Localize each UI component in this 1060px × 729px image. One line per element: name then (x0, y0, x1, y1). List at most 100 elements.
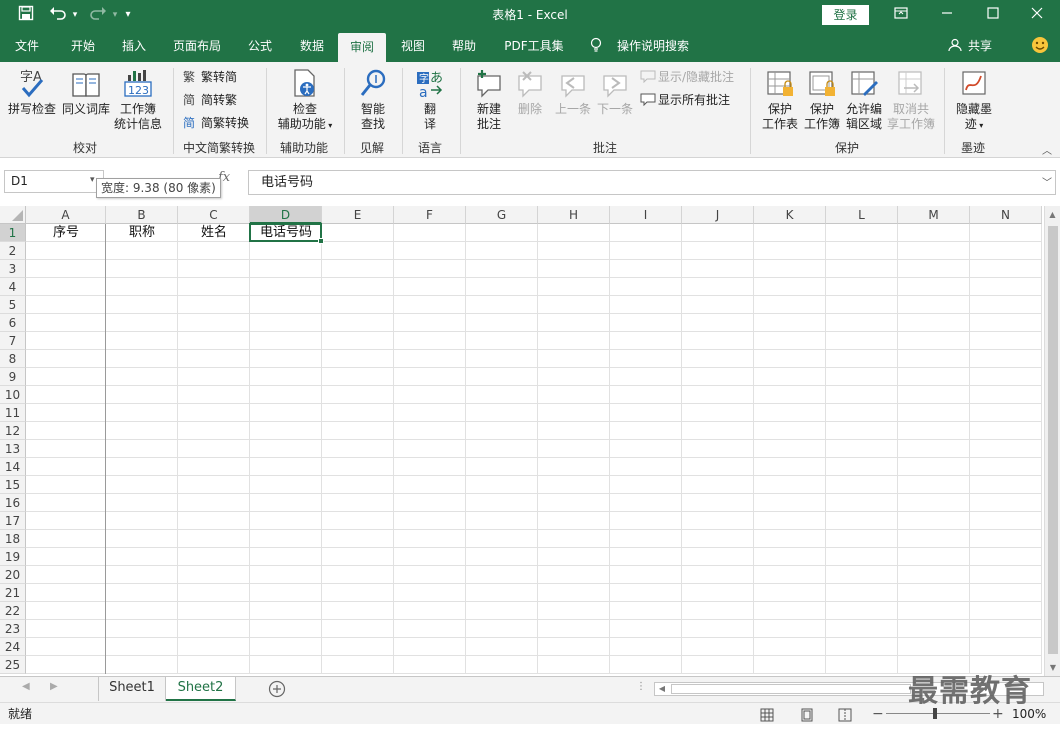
row-header-11[interactable]: 11 (0, 404, 26, 422)
redo-icon[interactable] (86, 5, 110, 25)
row-header-7[interactable]: 7 (0, 332, 26, 350)
row-header-21[interactable]: 21 (0, 584, 26, 602)
column-header-n[interactable]: N (970, 206, 1042, 224)
cell-b1[interactable]: 职称 (106, 224, 178, 242)
row-header-17[interactable]: 17 (0, 512, 26, 530)
formula-input[interactable]: 电话号码 (248, 170, 1056, 195)
name-box[interactable]: D1 (4, 170, 104, 193)
sheet-tab-sheet1[interactable]: Sheet1 (98, 677, 166, 701)
expand-formula-bar-icon[interactable]: ﹀ (1042, 174, 1052, 189)
redo-dropdown-icon[interactable]: ▾ (110, 5, 120, 25)
ribbon-display-options-icon[interactable] (878, 0, 924, 30)
sheet-next-icon[interactable]: ▶ (50, 681, 58, 692)
row-header-14[interactable]: 14 (0, 458, 26, 476)
worksheet-grid[interactable]: A B C D E F G H I J K L M N 1 2 3 4 5 6 7 8 9 10 11 12 13 14 15 16 17 1… (0, 206, 1044, 676)
minimize-icon[interactable] (924, 0, 970, 30)
qat-customize-icon[interactable]: ▾ (122, 5, 134, 25)
column-header-m[interactable]: M (898, 206, 970, 224)
chinese-conversion-button[interactable]: 简简繁转换 (183, 115, 249, 131)
show-hide-comment-button[interactable]: 显示/隐藏批注 (640, 69, 734, 85)
column-header-e[interactable]: E (322, 206, 394, 224)
scroll-down-icon[interactable]: ▼ (1045, 663, 1060, 672)
share-button[interactable]: 共享 (964, 30, 996, 62)
next-comment-button[interactable]: 下一条 (594, 68, 636, 117)
previous-comment-button[interactable]: 上一条 (552, 68, 594, 117)
horizontal-scroll-thumb[interactable] (671, 684, 911, 694)
row-header-22[interactable]: 22 (0, 602, 26, 620)
column-header-h[interactable]: H (538, 206, 610, 224)
row-header-24[interactable]: 24 (0, 638, 26, 656)
maximize-icon[interactable] (970, 0, 1016, 30)
row-header-9[interactable]: 9 (0, 368, 26, 386)
undo-icon[interactable] (46, 5, 70, 25)
zoom-slider[interactable] (886, 713, 990, 714)
tab-file[interactable]: 文件 (6, 30, 48, 62)
protect-workbook-button[interactable]: 保护 工作簿 (802, 68, 842, 132)
hide-ink-button[interactable]: 隐藏墨迹 ▾ (950, 68, 998, 133)
column-header-c[interactable]: C (178, 206, 250, 224)
protect-sheet-button[interactable]: 保护 工作表 (758, 68, 802, 132)
row-header-8[interactable]: 8 (0, 350, 26, 368)
sheet-tab-sheet2[interactable]: Sheet2 (166, 677, 236, 701)
sheet-prev-icon[interactable]: ◀ (22, 681, 30, 692)
close-icon[interactable] (1014, 0, 1060, 30)
insert-function-icon[interactable]: fx (218, 170, 238, 185)
tab-home[interactable]: 开始 (60, 30, 106, 62)
column-header-b[interactable]: B (106, 206, 178, 224)
row-header-5[interactable]: 5 (0, 296, 26, 314)
simplified-to-traditional-button[interactable]: 简简转繁 (183, 92, 237, 108)
vertical-scroll-thumb[interactable] (1048, 226, 1058, 654)
tell-me-search[interactable]: 操作说明搜索 (610, 30, 696, 62)
row-header-6[interactable]: 6 (0, 314, 26, 332)
allow-edit-ranges-button[interactable]: 允许编 辑区域 (842, 68, 886, 132)
tab-data[interactable]: 数据 (290, 30, 334, 62)
tab-view[interactable]: 视图 (392, 30, 434, 62)
cell-c1[interactable]: 姓名 (178, 224, 250, 242)
check-accessibility-button[interactable]: 检查 辅助功能 ▾ (272, 68, 338, 133)
column-header-d[interactable]: D (250, 206, 322, 224)
tab-pdf-tools[interactable]: PDF工具集 (496, 30, 572, 62)
row-header-18[interactable]: 18 (0, 530, 26, 548)
delete-comment-button[interactable]: 删除 (510, 68, 550, 117)
column-header-k[interactable]: K (754, 206, 826, 224)
normal-view-icon[interactable] (760, 707, 774, 729)
row-header-20[interactable]: 20 (0, 566, 26, 584)
tab-help[interactable]: 帮助 (442, 30, 486, 62)
row-header-12[interactable]: 12 (0, 422, 26, 440)
save-icon[interactable] (14, 5, 38, 25)
column-header-l[interactable]: L (826, 206, 898, 224)
smiley-feedback-icon[interactable] (1028, 30, 1052, 62)
name-box-dropdown-icon[interactable]: ▾ (90, 175, 95, 185)
tab-insert[interactable]: 插入 (112, 30, 156, 62)
zoom-out-icon[interactable]: − (872, 703, 884, 725)
translate-button[interactable]: 字あa 翻译 (408, 68, 452, 132)
fill-handle[interactable] (318, 238, 324, 244)
page-layout-view-icon[interactable] (800, 707, 814, 729)
row-header-10[interactable]: 10 (0, 386, 26, 404)
tab-page-layout[interactable]: 页面布局 (164, 30, 230, 62)
collapse-ribbon-icon[interactable]: ︿ (1042, 142, 1052, 157)
row-header-3[interactable]: 3 (0, 260, 26, 278)
row-header-15[interactable]: 15 (0, 476, 26, 494)
row-header-16[interactable]: 16 (0, 494, 26, 512)
new-comment-button[interactable]: 新建 批注 (468, 68, 510, 132)
row-header-13[interactable]: 13 (0, 440, 26, 458)
page-break-view-icon[interactable] (838, 707, 852, 729)
row-header-19[interactable]: 19 (0, 548, 26, 566)
row-header-23[interactable]: 23 (0, 620, 26, 638)
show-all-comments-button[interactable]: 显示所有批注 (640, 92, 730, 108)
column-header-g[interactable]: G (466, 206, 538, 224)
column-header-i[interactable]: I (610, 206, 682, 224)
login-button[interactable]: 登录 (822, 5, 869, 25)
row-header-1[interactable]: 1 (0, 224, 26, 242)
add-sheet-icon[interactable] (268, 680, 286, 701)
workbook-statistics-button[interactable]: 123 工作簿 统计信息 (112, 68, 164, 132)
undo-dropdown-icon[interactable]: ▾ (70, 5, 80, 25)
scroll-left-icon[interactable]: ◀ (655, 683, 669, 695)
thesaurus-button[interactable]: 同义词库 (60, 68, 112, 117)
select-all-corner[interactable] (0, 206, 26, 224)
row-header-2[interactable]: 2 (0, 242, 26, 260)
traditional-to-simplified-button[interactable]: 繁繁转简 (183, 69, 237, 85)
unshare-workbook-button[interactable]: 取消共 享工作簿 (886, 68, 936, 132)
column-header-f[interactable]: F (394, 206, 466, 224)
